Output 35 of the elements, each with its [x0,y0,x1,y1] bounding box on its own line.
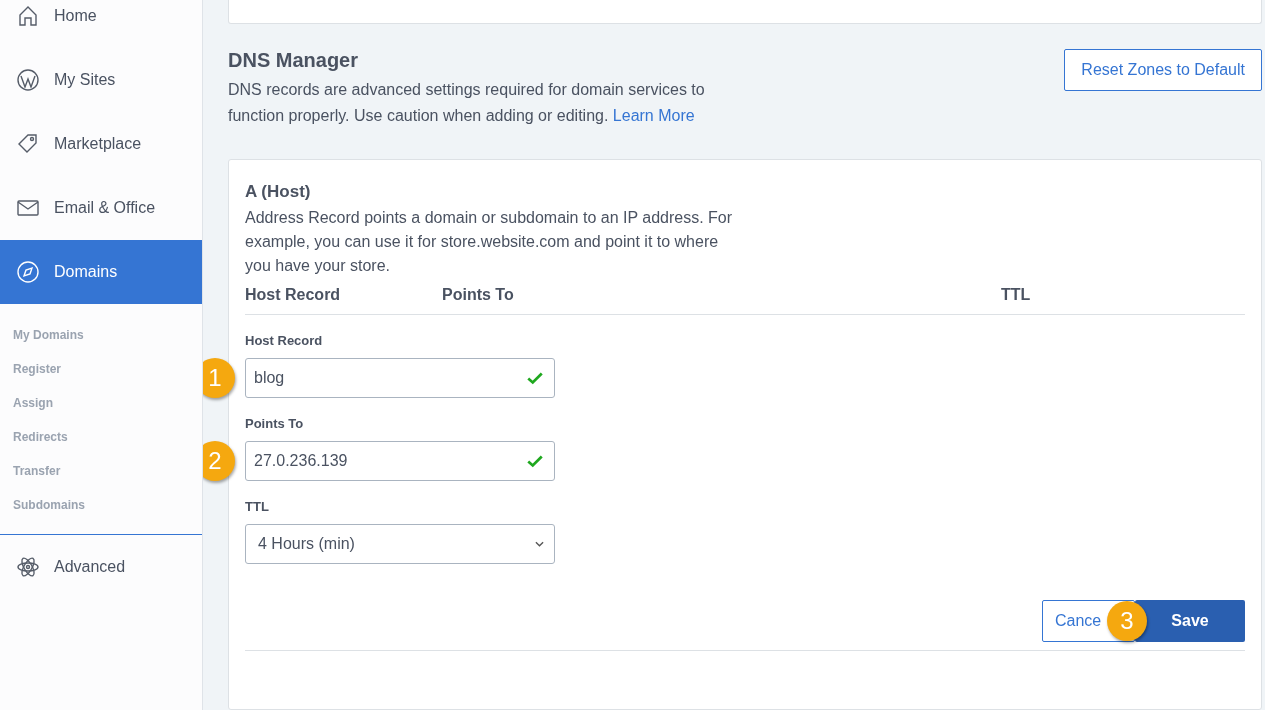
sub-nav-link[interactable]: Register [13,352,62,386]
house-icon [16,4,40,28]
atom-icon [16,555,40,579]
save-button[interactable]: Save [1135,600,1245,642]
dropdown[interactable]: 4 Hours (min) [245,524,555,564]
input-field[interactable]: 27.0.236.139 [245,441,555,481]
card-description: Address Record points a domain or subdomain to an IP address. For example, you can use it for store.website.com and point it to where you have your store. [245,208,734,276]
field-label: TTL [245,499,269,514]
step-badge-tooltip: 2 [203,441,235,481]
compass-icon [16,260,40,284]
sub-nav-link[interactable]: Transfer [13,454,61,488]
nav-item[interactable]: Home [0,0,202,48]
nav-item[interactable]: My Sites [0,48,202,112]
nav-item[interactable]: Marketplace [0,112,202,176]
sub-nav-link[interactable]: My Domains [13,318,84,352]
reset-zones-button[interactable]: Reset Zones to Default [1064,49,1262,91]
field-label: Points To [245,416,304,431]
field-label: Host Record [245,333,323,348]
column-header: Host Record [245,286,341,304]
learn-more-link[interactable]: Learn More [612,107,695,124]
caret-icon [535,541,544,547]
step-badge-tooltip: 1 [203,358,235,398]
sub-nav-link[interactable]: Subdomains [13,488,85,522]
column-header: Points To [442,286,514,304]
sub-nav-link[interactable]: Assign [13,386,53,420]
nav-item[interactable]: Email & Office [0,176,202,240]
sub-nav-link[interactable]: Redirects [13,420,68,454]
nav-item[interactable]: Domains [0,240,202,304]
nav-item[interactable]: Advanced [0,535,202,599]
section-title: DNS Manager [228,49,360,73]
column-header: TTL [1001,286,1031,304]
wordpress-icon [16,68,40,92]
input-field[interactable]: blog [245,358,555,398]
card-title: A (Host) [245,182,312,202]
section-description: DNS records are advanced settings required for domain services to function properly. Use caution when adding or editing. Learn More [228,80,706,126]
